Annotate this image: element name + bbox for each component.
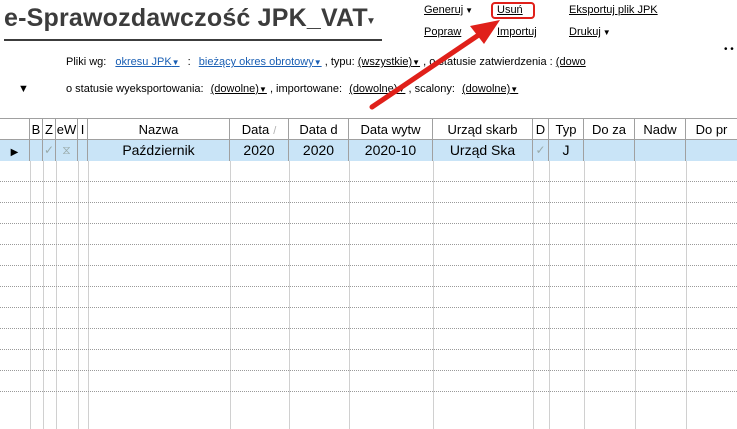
col-header-i[interactable]: I: [78, 119, 88, 140]
col-header-d[interactable]: D: [533, 119, 549, 140]
col-header-data[interactable]: Data /: [230, 119, 289, 140]
menu-generuj-label: Generuj: [424, 4, 464, 16]
menu-eksportuj[interactable]: Eksportuj plik JPK: [569, 4, 658, 16]
scalony-dropdown[interactable]: (dowolne)▼: [462, 83, 518, 95]
cell-data-wytw[interactable]: 2020-10: [349, 140, 433, 161]
filter-row-2: o statusie wyeksportowania: (dowolne)▼ ,…: [66, 83, 518, 95]
chevron-down-icon: ▼: [313, 58, 322, 67]
cell-b[interactable]: [30, 140, 43, 161]
check-icon[interactable]: ✓: [533, 140, 549, 161]
importowane-label: , importowane:: [269, 83, 343, 95]
menu-drukuj-label: Drukuj: [569, 26, 601, 38]
cell-data-d[interactable]: 2020: [289, 140, 349, 161]
title-underline: [4, 39, 382, 41]
chevron-down-icon: ▼: [397, 85, 406, 94]
okres-jpk-dropdown[interactable]: okresu JPK▼: [115, 56, 179, 68]
col-header-nazwa[interactable]: Nazwa: [88, 119, 230, 140]
pliki-label: Pliki wg:: [66, 56, 107, 68]
cell-i[interactable]: [78, 140, 88, 161]
cell-nadw[interactable]: [635, 140, 686, 161]
row-header-corner: [0, 119, 30, 140]
menu-generuj[interactable]: Generuj ▼: [424, 4, 473, 16]
empty-row-line: [0, 244, 737, 245]
col-header-ew[interactable]: eW: [56, 119, 78, 140]
cell-typ[interactable]: J: [549, 140, 584, 161]
empty-row-line: [0, 202, 737, 203]
empty-row-line: [0, 370, 737, 371]
empty-row-line: [0, 181, 737, 182]
page-title: e-Sprawozdawczość JPK_VAT: [4, 4, 368, 32]
zatwierdzenia-dropdown[interactable]: (dowo: [556, 56, 586, 68]
zatwierdzenia-label: , o statusie zatwierdzenia :: [423, 56, 553, 68]
scalony-label: , scalony:: [408, 83, 455, 95]
menu-popraw[interactable]: Popraw: [424, 26, 461, 38]
okres-obrotowy-value: bieżący okres obrotowy: [198, 56, 314, 68]
sort-icon: /: [273, 125, 277, 137]
chevron-down-icon: ▼: [510, 85, 519, 94]
wyeksportowania-value: (dowolne): [210, 83, 259, 95]
chevron-down-icon: ▼: [258, 85, 267, 94]
col-header-z[interactable]: Z: [43, 119, 56, 140]
chevron-down-icon: ▼: [465, 6, 474, 15]
typ-dropdown[interactable]: (wszystkie)▼: [358, 56, 420, 68]
title-dropdown-icon[interactable]: ▼: [366, 16, 376, 27]
col-header-data-label: Data: [241, 122, 270, 137]
chevron-down-icon: ▼: [602, 28, 611, 37]
empty-row-line: [0, 349, 737, 350]
chevron-down-icon: ▼: [412, 58, 421, 67]
cell-do-za[interactable]: [584, 140, 635, 161]
empty-row-line: [0, 223, 737, 224]
check-icon[interactable]: ✓: [43, 140, 56, 161]
col-header-typ[interactable]: Typ: [549, 119, 584, 140]
current-row-arrow-icon: ▶: [10, 147, 19, 158]
chevron-down-icon: ▼: [171, 58, 180, 67]
empty-row-line: [0, 286, 737, 287]
empty-row-line: [0, 391, 737, 392]
jpk-grid[interactable]: B Z eW I Nazwa Data / Data d Data wytw Ur…: [0, 118, 737, 429]
menu-drukuj[interactable]: Drukuj ▼: [569, 26, 611, 38]
okres-jpk-value: okresu JPK: [115, 56, 172, 68]
row-indicator[interactable]: ▶: [0, 140, 30, 161]
okres-obrotowy-dropdown[interactable]: bieżący okres obrotowy▼: [199, 56, 322, 68]
dots-icon: • •: [724, 44, 734, 55]
wyeksportowania-label: o statusie wyeksportowania:: [66, 83, 204, 95]
typu-label: , typu:: [324, 56, 355, 68]
col-header-urzad[interactable]: Urząd skarb: [433, 119, 533, 140]
cell-nazwa[interactable]: Październik: [88, 140, 230, 161]
col-header-data-wytw[interactable]: Data wytw: [349, 119, 433, 140]
empty-row-line: [0, 265, 737, 266]
typ-value: (wszystkie): [357, 56, 413, 68]
importowane-dropdown[interactable]: (dowolne)▼: [349, 83, 405, 95]
importowane-value: (dowolne): [349, 83, 398, 95]
menu-importuj[interactable]: Importuj: [497, 26, 537, 38]
col-header-do-za[interactable]: Do za: [584, 119, 635, 140]
colon-label: :: [187, 56, 191, 68]
col-header-do-pr[interactable]: Do pr: [686, 119, 737, 140]
cell-data[interactable]: 2020: [230, 140, 289, 161]
hourglass-icon[interactable]: ⧖: [56, 140, 78, 161]
col-header-b[interactable]: B: [30, 119, 43, 140]
empty-row-line: [0, 307, 737, 308]
cell-urzad[interactable]: Urząd Ska: [433, 140, 533, 161]
scalony-value: (dowolne): [461, 83, 511, 95]
collapse-arrow-icon[interactable]: ▼: [18, 83, 29, 95]
cell-do-pr[interactable]: [686, 140, 737, 161]
table-row[interactable]: ▶ ✓ ⧖ Październik 2020 2020 2020-10 Urzą…: [0, 140, 737, 161]
empty-row-line: [0, 328, 737, 329]
menu-usun[interactable]: Usuń: [497, 4, 523, 16]
col-header-data-d[interactable]: Data d: [289, 119, 349, 140]
wyeksportowania-dropdown[interactable]: (dowolne)▼: [211, 83, 267, 95]
col-header-nadw[interactable]: Nadw: [635, 119, 686, 140]
filter-row-1: Pliki wg: okresu JPK▼ : bieżący okres ob…: [66, 56, 586, 68]
